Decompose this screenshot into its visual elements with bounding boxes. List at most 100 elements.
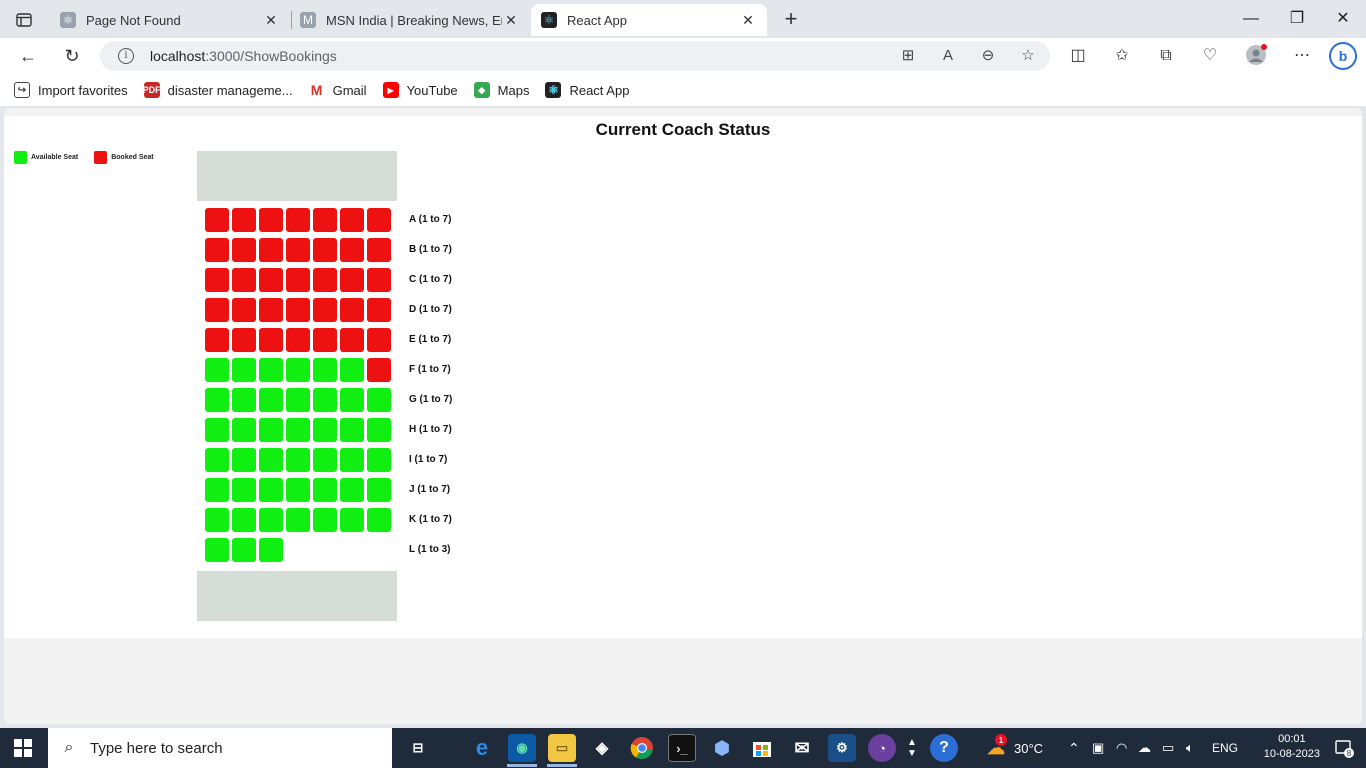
available-seat[interactable] [286, 388, 310, 412]
zoom-out-icon[interactable]: ⊖ [978, 46, 998, 66]
booked-seat[interactable] [367, 328, 391, 352]
available-seat[interactable] [205, 388, 229, 412]
onedrive-icon[interactable]: ☁ [1138, 728, 1151, 768]
available-seat[interactable] [313, 358, 337, 382]
url-text[interactable]: localhost:3000/ShowBookings [150, 48, 337, 64]
booked-seat[interactable] [205, 268, 229, 292]
favorite-youtube[interactable]: ▶ YouTube [382, 82, 458, 98]
available-seat[interactable] [340, 448, 364, 472]
booked-seat[interactable] [367, 298, 391, 322]
available-seat[interactable] [259, 418, 283, 442]
available-seat[interactable] [232, 388, 256, 412]
available-seat[interactable] [313, 508, 337, 532]
available-seat[interactable] [340, 358, 364, 382]
booked-seat[interactable] [259, 298, 283, 322]
refresh-icon[interactable]: ↻ [58, 42, 86, 70]
booked-seat[interactable] [367, 268, 391, 292]
collections-icon[interactable]: ⧉ [1154, 44, 1178, 68]
booked-seat[interactable] [259, 238, 283, 262]
available-seat[interactable] [205, 538, 229, 562]
booked-seat[interactable] [313, 328, 337, 352]
booked-seat[interactable] [259, 328, 283, 352]
available-seat[interactable] [232, 448, 256, 472]
available-seat[interactable] [205, 448, 229, 472]
favorite-maps[interactable]: ◆ Maps [473, 82, 529, 98]
available-seat[interactable] [232, 478, 256, 502]
new-tab-button[interactable]: + [779, 8, 803, 32]
available-seat[interactable] [232, 418, 256, 442]
chrome-icon[interactable] [628, 734, 656, 762]
task-view-icon[interactable]: ⊟ [404, 734, 432, 762]
booked-seat[interactable] [367, 208, 391, 232]
github-desktop-icon[interactable]: ◔ [868, 734, 896, 762]
booked-seat[interactable] [313, 268, 337, 292]
minimize-icon[interactable]: — [1228, 6, 1274, 32]
favorite-star-icon[interactable]: ☆ [1018, 46, 1038, 66]
site-info-icon[interactable]: i [118, 48, 134, 64]
available-seat[interactable] [340, 508, 364, 532]
available-seat[interactable] [205, 418, 229, 442]
split-screen-icon[interactable]: ◫ [1066, 44, 1090, 68]
address-bar[interactable]: i localhost:3000/ShowBookings ⊞ A ⊖ ☆ [100, 41, 1050, 71]
copilot-icon[interactable]: ⬢ [708, 734, 736, 762]
wifi-icon[interactable]: ◠ [1116, 728, 1127, 768]
available-seat[interactable] [232, 358, 256, 382]
settings-more-icon[interactable]: ⋯ [1290, 44, 1314, 68]
favorites-icon[interactable]: ✩ [1110, 44, 1134, 68]
battery-icon[interactable]: ▭ [1162, 728, 1174, 768]
tab-react-app[interactable]: ⚛ React App ✕ [531, 4, 767, 36]
available-seat[interactable] [205, 478, 229, 502]
booked-seat[interactable] [367, 238, 391, 262]
booked-seat[interactable] [367, 358, 391, 382]
booked-seat[interactable] [205, 328, 229, 352]
profile-avatar-icon[interactable] [1244, 44, 1268, 68]
taskbar-scroll-icon[interactable]: ▲ ▼ [904, 734, 920, 762]
booked-seat[interactable] [340, 328, 364, 352]
back-icon[interactable]: ← [14, 42, 42, 70]
close-window-icon[interactable]: ✕ [1320, 6, 1366, 32]
available-seat[interactable] [367, 508, 391, 532]
terminal-icon[interactable]: ›_ [668, 734, 696, 762]
language-indicator[interactable]: ENG [1212, 728, 1238, 768]
mysql-workbench-icon[interactable]: ⚙ [828, 734, 856, 762]
microsoft-store-icon[interactable] [748, 734, 776, 762]
available-seat[interactable] [313, 388, 337, 412]
volume-icon[interactable]: 🔈︎ [1186, 728, 1194, 768]
available-seat[interactable] [286, 508, 310, 532]
booked-seat[interactable] [340, 238, 364, 262]
mail-icon[interactable]: ✉ [788, 734, 816, 762]
favorite-react-app[interactable]: ⚛ React App [545, 82, 629, 98]
booked-seat[interactable] [259, 208, 283, 232]
dropbox-icon[interactable]: ◈ [588, 734, 616, 762]
file-explorer-icon[interactable]: ▭ [548, 734, 576, 762]
booked-seat[interactable] [232, 208, 256, 232]
available-seat[interactable] [340, 388, 364, 412]
available-seat[interactable] [313, 418, 337, 442]
available-seat[interactable] [232, 538, 256, 562]
available-seat[interactable] [259, 388, 283, 412]
tab-msn[interactable]: M MSN India | Breaking News, Ente ✕ [290, 4, 530, 36]
booked-seat[interactable] [286, 208, 310, 232]
booked-seat[interactable] [313, 298, 337, 322]
close-tab-icon[interactable]: ✕ [502, 12, 520, 29]
available-seat[interactable] [367, 448, 391, 472]
booked-seat[interactable] [340, 208, 364, 232]
clock[interactable]: 00:01 10-08-2023 [1264, 732, 1320, 762]
booked-seat[interactable] [205, 208, 229, 232]
available-seat[interactable] [367, 418, 391, 442]
booked-seat[interactable] [313, 208, 337, 232]
booked-seat[interactable] [205, 298, 229, 322]
close-tab-icon[interactable]: ✕ [739, 12, 757, 29]
available-seat[interactable] [286, 418, 310, 442]
available-seat[interactable] [205, 358, 229, 382]
booked-seat[interactable] [232, 238, 256, 262]
available-seat[interactable] [286, 358, 310, 382]
booked-seat[interactable] [232, 298, 256, 322]
available-seat[interactable] [259, 478, 283, 502]
available-seat[interactable] [259, 538, 283, 562]
booked-seat[interactable] [286, 268, 310, 292]
taskbar-search-box[interactable]: ⌕ Type here to search [48, 728, 392, 768]
notifications-icon[interactable]: 8 [1334, 738, 1354, 758]
restore-icon[interactable]: ❐ [1274, 6, 1320, 32]
booked-seat[interactable] [232, 268, 256, 292]
